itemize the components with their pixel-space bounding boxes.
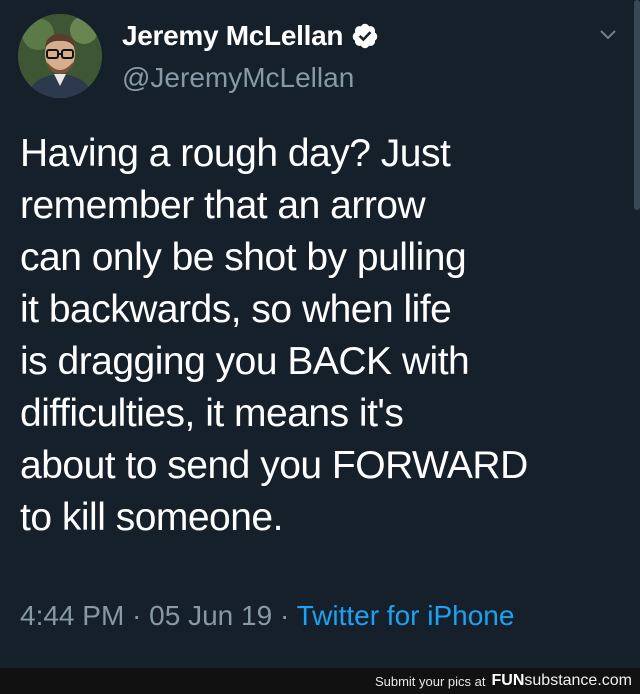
avatar[interactable] bbox=[18, 14, 102, 98]
display-name[interactable]: Jeremy McLellan bbox=[122, 20, 343, 52]
tweet-date[interactable]: 05 Jun 19 bbox=[149, 600, 272, 631]
scrollbar[interactable] bbox=[634, 0, 640, 210]
watermark-credit: Submit your pics at bbox=[374, 673, 486, 689]
meta-separator: · bbox=[272, 600, 297, 631]
tweet-time[interactable]: 4:44 PM bbox=[20, 600, 124, 631]
tweet-text: Having a rough day? Just remember that a… bbox=[20, 132, 528, 539]
name-row: Jeremy McLellan bbox=[122, 20, 379, 52]
watermark-brand-rest: substance.com bbox=[524, 672, 632, 689]
verified-badge-icon bbox=[352, 23, 378, 49]
tweet-source-link[interactable]: Twitter for iPhone bbox=[297, 600, 515, 631]
avatar-image bbox=[18, 14, 102, 98]
tweet-meta: 4:44 PM · 05 Jun 19 · Twitter for iPhone bbox=[20, 600, 514, 632]
user-handle[interactable]: @JeremyMcLellan bbox=[122, 62, 354, 94]
watermark-bar: Submit your pics at FUNsubstance.com bbox=[0, 668, 640, 694]
watermark-brand-fun: FUN bbox=[491, 672, 525, 689]
chevron-down-icon[interactable] bbox=[598, 28, 618, 42]
watermark-logo: FUNsubstance.com bbox=[492, 672, 633, 690]
tweet-card: Jeremy McLellan @JeremyMcLellan Having a… bbox=[0, 0, 640, 668]
meta-separator: · bbox=[124, 600, 150, 631]
